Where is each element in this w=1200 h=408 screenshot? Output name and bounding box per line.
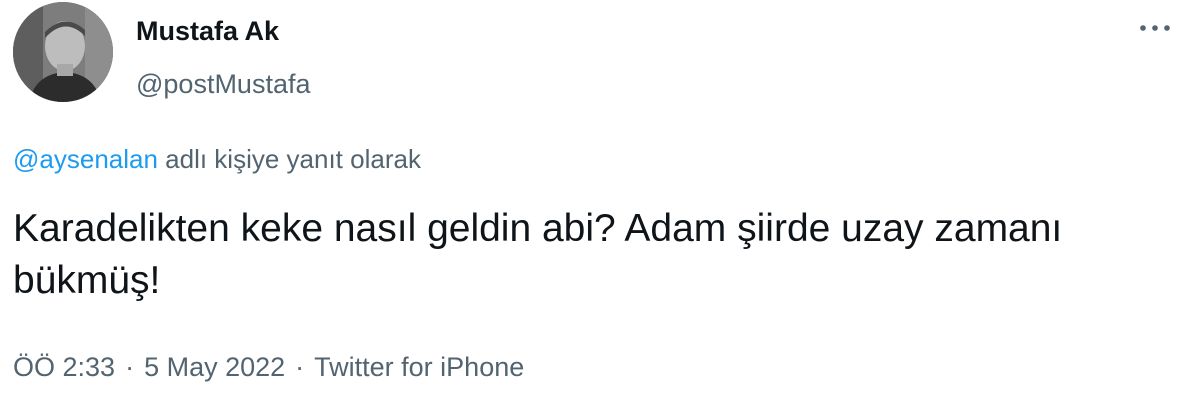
- avatar[interactable]: [13, 2, 113, 102]
- tweet-date[interactable]: 5 May 2022: [144, 352, 285, 382]
- author-block[interactable]: Mustafa Ak @postMustafa: [136, 14, 311, 101]
- tweet-text: Karadelikten keke nasıl geldin abi? Adam…: [13, 207, 1063, 302]
- tweet-card: Mustafa Ak @postMustafa @aysenalan adlı …: [0, 0, 1200, 408]
- more-options-button[interactable]: [1138, 18, 1172, 38]
- profile-photo: [13, 2, 113, 102]
- tweet-time[interactable]: ÖÖ 2:33: [13, 352, 115, 382]
- meta-separator: ·: [295, 352, 305, 382]
- reply-mention-link[interactable]: @aysenalan: [13, 144, 158, 174]
- user-handle[interactable]: @postMustafa: [136, 67, 311, 101]
- more-horizontal-icon: [1140, 25, 1170, 31]
- display-name[interactable]: Mustafa Ak: [136, 14, 311, 48]
- reply-context: @aysenalan adlı kişiye yanıt olarak: [13, 142, 421, 176]
- tweet-source[interactable]: Twitter for iPhone: [314, 352, 524, 382]
- tweet-metadata: ÖÖ 2:33 · 5 May 2022 · Twitter for iPhone: [13, 350, 524, 384]
- meta-separator: ·: [125, 352, 135, 382]
- reply-context-text: adlı kişiye yanıt olarak: [157, 144, 421, 174]
